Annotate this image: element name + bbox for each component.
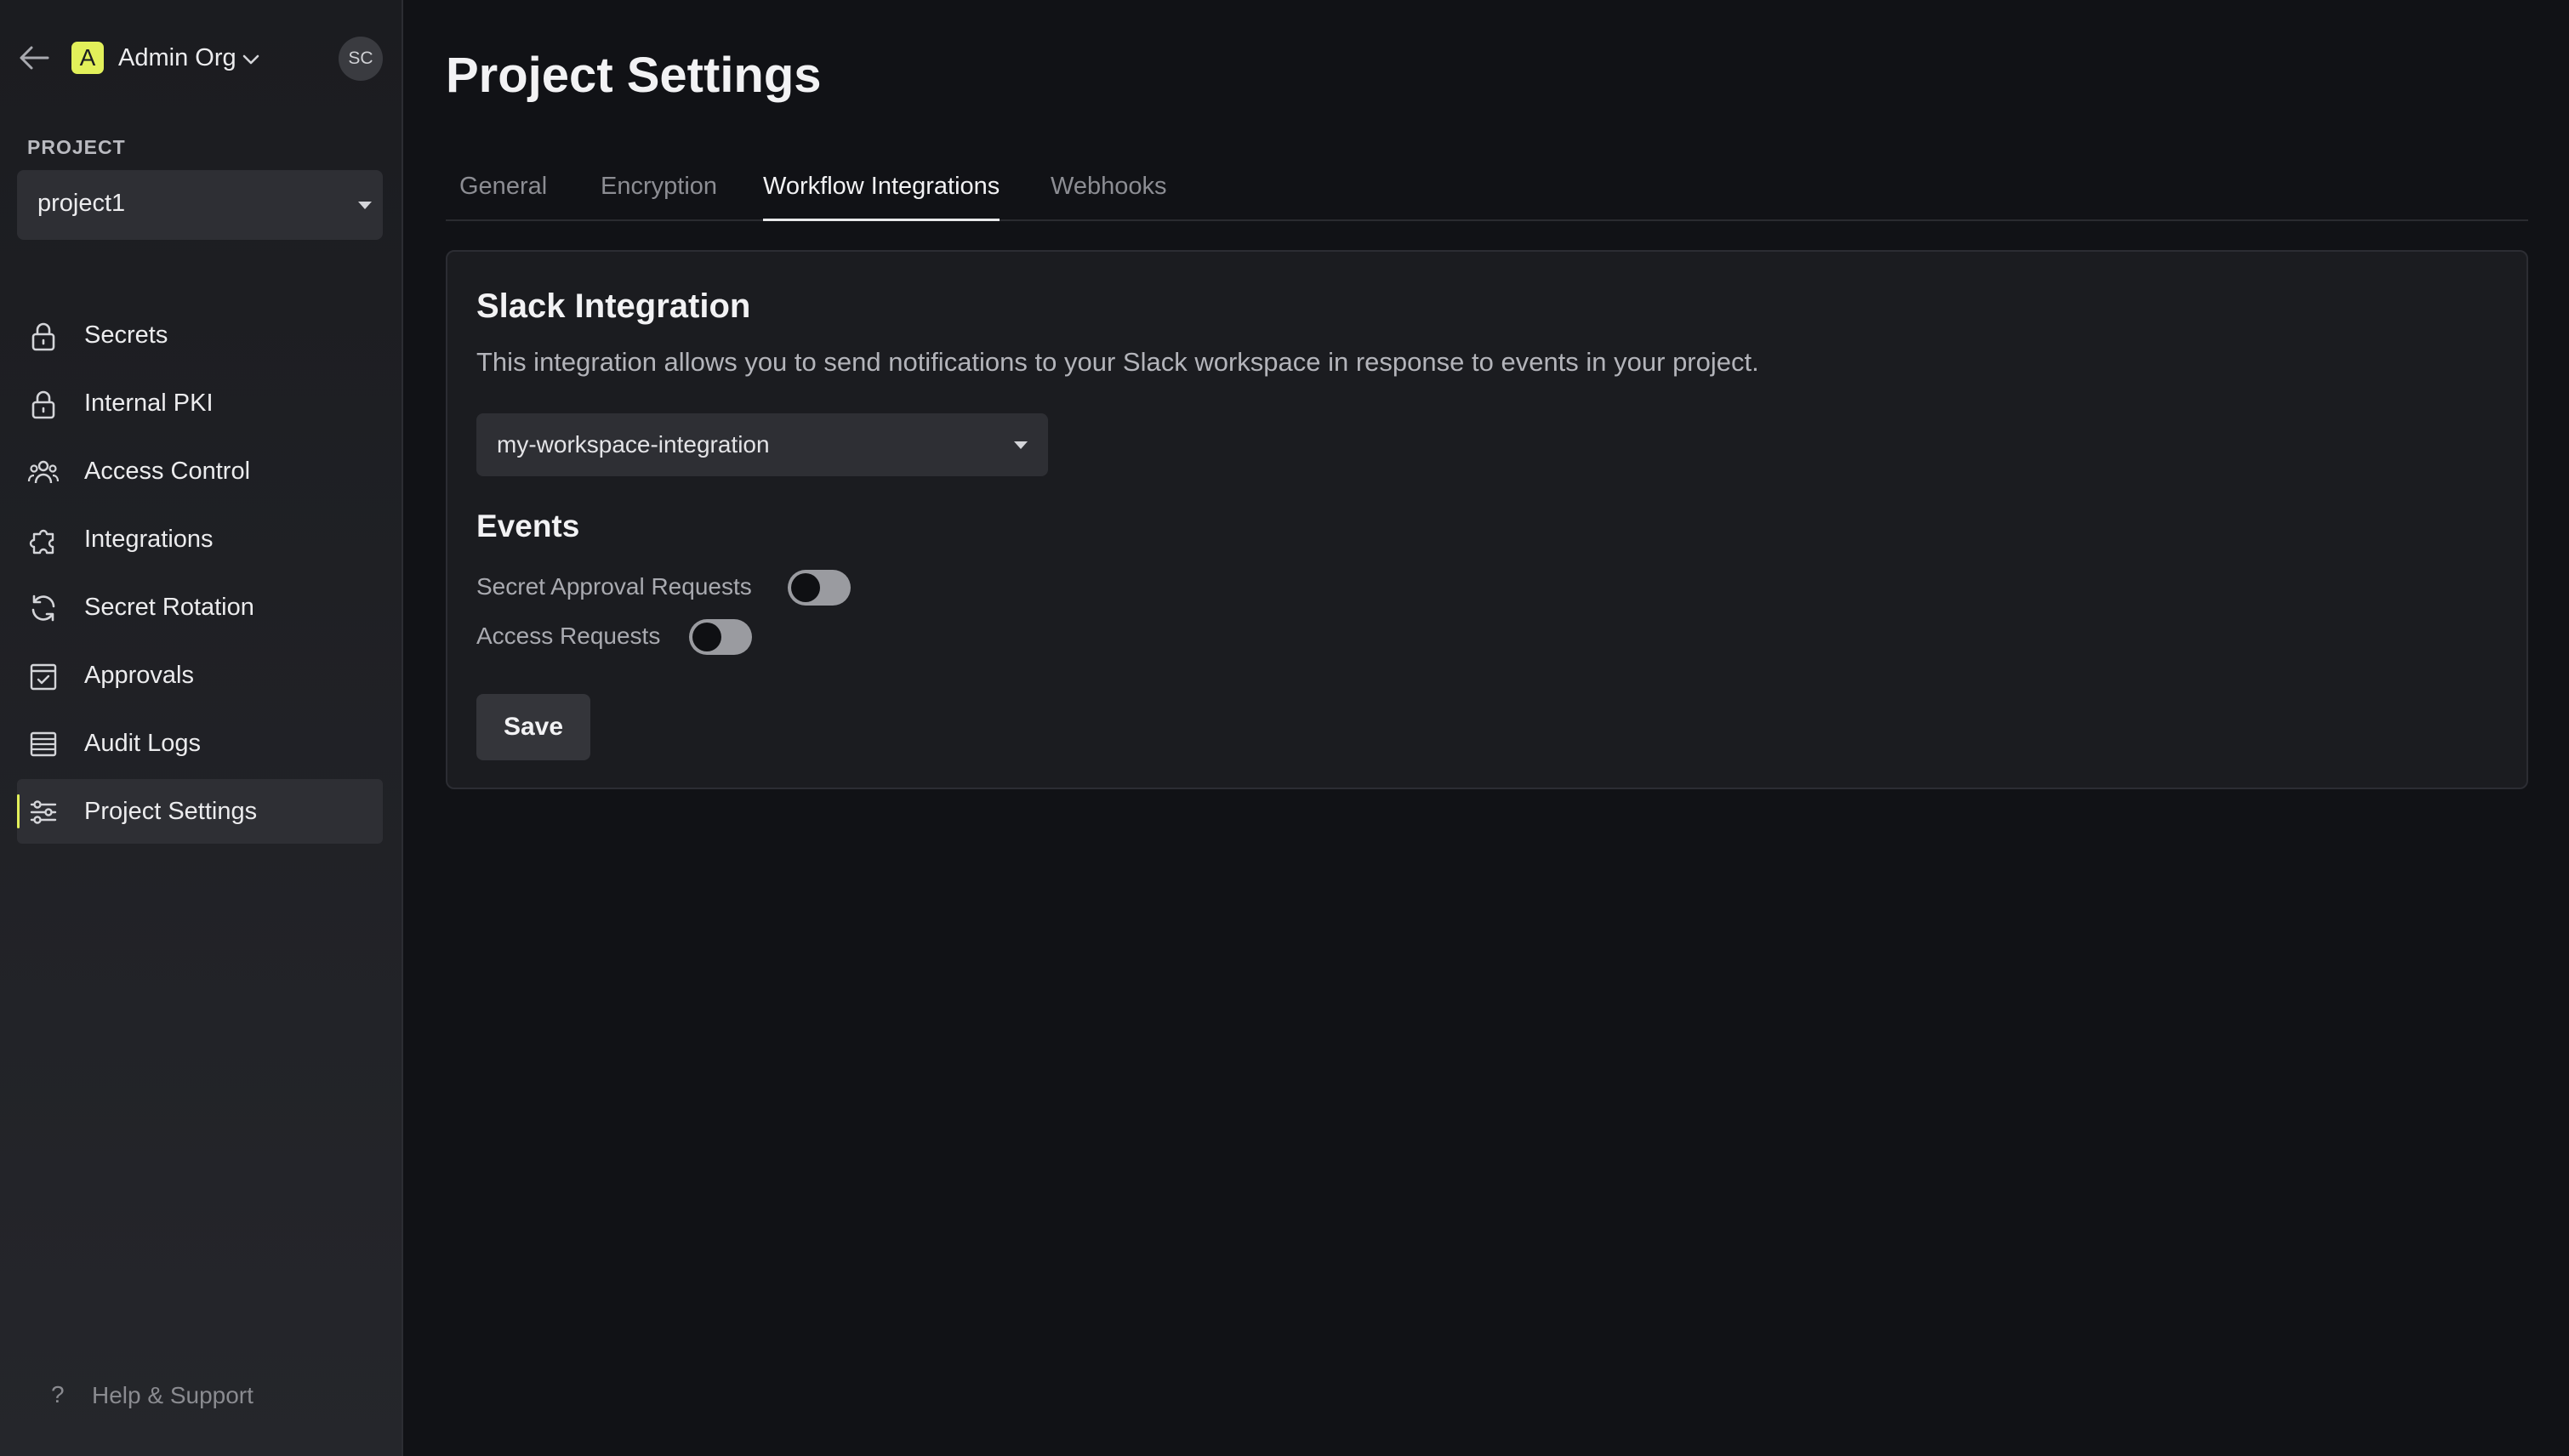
sidebar-item-label: Integrations bbox=[84, 526, 214, 553]
tab-workflow-integrations[interactable]: Workflow Integrations bbox=[749, 170, 1013, 221]
org-avatar[interactable]: A bbox=[71, 42, 104, 74]
tab-webhooks[interactable]: Webhooks bbox=[1037, 170, 1181, 219]
events-title: Events bbox=[476, 509, 580, 543]
sidebar-item-label: Internal PKI bbox=[84, 390, 214, 417]
sidebar-item-project-settings[interactable]: Project Settings bbox=[17, 779, 383, 844]
org-name[interactable]: Admin Org bbox=[118, 43, 236, 73]
main-content: Project Settings General Encryption Work… bbox=[403, 0, 2569, 1456]
back-arrow-icon[interactable] bbox=[19, 44, 49, 71]
event-label: Access Requests bbox=[476, 623, 661, 649]
lock-icon bbox=[27, 388, 60, 420]
access-requests-toggle[interactable] bbox=[689, 619, 752, 655]
save-button[interactable]: Save bbox=[476, 694, 590, 760]
sidebar-item-label: Project Settings bbox=[84, 798, 258, 825]
slack-integration-description: This integration allows you to send noti… bbox=[476, 347, 1759, 377]
tab-general[interactable]: General bbox=[446, 170, 561, 219]
toggle-knob bbox=[791, 573, 820, 602]
tab-encryption[interactable]: Encryption bbox=[587, 170, 731, 219]
sidebar-item-internal-pki[interactable]: Internal PKI bbox=[17, 371, 383, 435]
list-icon bbox=[27, 728, 60, 760]
sidebar-item-secrets[interactable]: Secrets bbox=[17, 303, 383, 367]
sidebar-item-label: Audit Logs bbox=[84, 730, 202, 757]
workspace-select-value: my-workspace-integration bbox=[497, 431, 770, 458]
toggle-knob bbox=[692, 623, 721, 651]
event-label: Secret Approval Requests bbox=[476, 573, 752, 600]
chevron-down-icon[interactable] bbox=[242, 53, 260, 66]
sidebar-item-approvals[interactable]: Approvals bbox=[17, 643, 383, 708]
workspace-select[interactable]: my-workspace-integration bbox=[476, 413, 1048, 476]
settings-tabs: General Encryption Workflow Integrations… bbox=[446, 162, 2528, 221]
help-support-label: Help & Support bbox=[92, 1382, 253, 1408]
app-root: A Admin Org SC PROJECT project1 Secrets bbox=[0, 0, 2569, 1456]
event-secret-approval-requests: Secret Approval Requests bbox=[476, 568, 868, 606]
refresh-icon bbox=[27, 592, 60, 624]
sidebar-item-label: Access Control bbox=[84, 458, 251, 485]
sidebar-item-label: Secret Rotation bbox=[84, 594, 254, 621]
sliders-icon bbox=[27, 796, 60, 828]
sidebar-item-audit-logs[interactable]: Audit Logs bbox=[17, 711, 383, 776]
sidebar-item-label: Approvals bbox=[84, 662, 194, 689]
caret-down-icon bbox=[358, 202, 372, 209]
sidebar-item-secret-rotation[interactable]: Secret Rotation bbox=[17, 575, 383, 640]
slack-integration-title: Slack Integration bbox=[476, 287, 751, 325]
calendar-check-icon bbox=[27, 660, 60, 692]
slack-integration-card: Slack Integration This integration allow… bbox=[446, 250, 2528, 789]
lock-icon bbox=[27, 320, 60, 352]
org-switcher-row: A Admin Org SC bbox=[0, 31, 403, 85]
puzzle-icon bbox=[27, 524, 60, 556]
project-select-value: project1 bbox=[37, 190, 126, 217]
users-icon bbox=[27, 456, 60, 488]
sidebar-nav: Secrets Internal PKI Access Control Inte… bbox=[17, 303, 383, 847]
page-title: Project Settings bbox=[446, 48, 822, 103]
project-label: PROJECT bbox=[27, 136, 126, 158]
secret-approval-requests-toggle[interactable] bbox=[788, 570, 851, 606]
sidebar-item-label: Secrets bbox=[84, 321, 168, 349]
project-select[interactable]: project1 bbox=[17, 170, 383, 240]
sidebar: A Admin Org SC PROJECT project1 Secrets bbox=[0, 0, 403, 1456]
event-access-requests: Access Requests bbox=[476, 617, 783, 655]
sidebar-item-access-control[interactable]: Access Control bbox=[17, 439, 383, 503]
question-icon: ? bbox=[51, 1381, 65, 1408]
caret-down-icon bbox=[1014, 441, 1028, 449]
sidebar-item-integrations[interactable]: Integrations bbox=[17, 507, 383, 572]
user-avatar[interactable]: SC bbox=[339, 37, 383, 81]
